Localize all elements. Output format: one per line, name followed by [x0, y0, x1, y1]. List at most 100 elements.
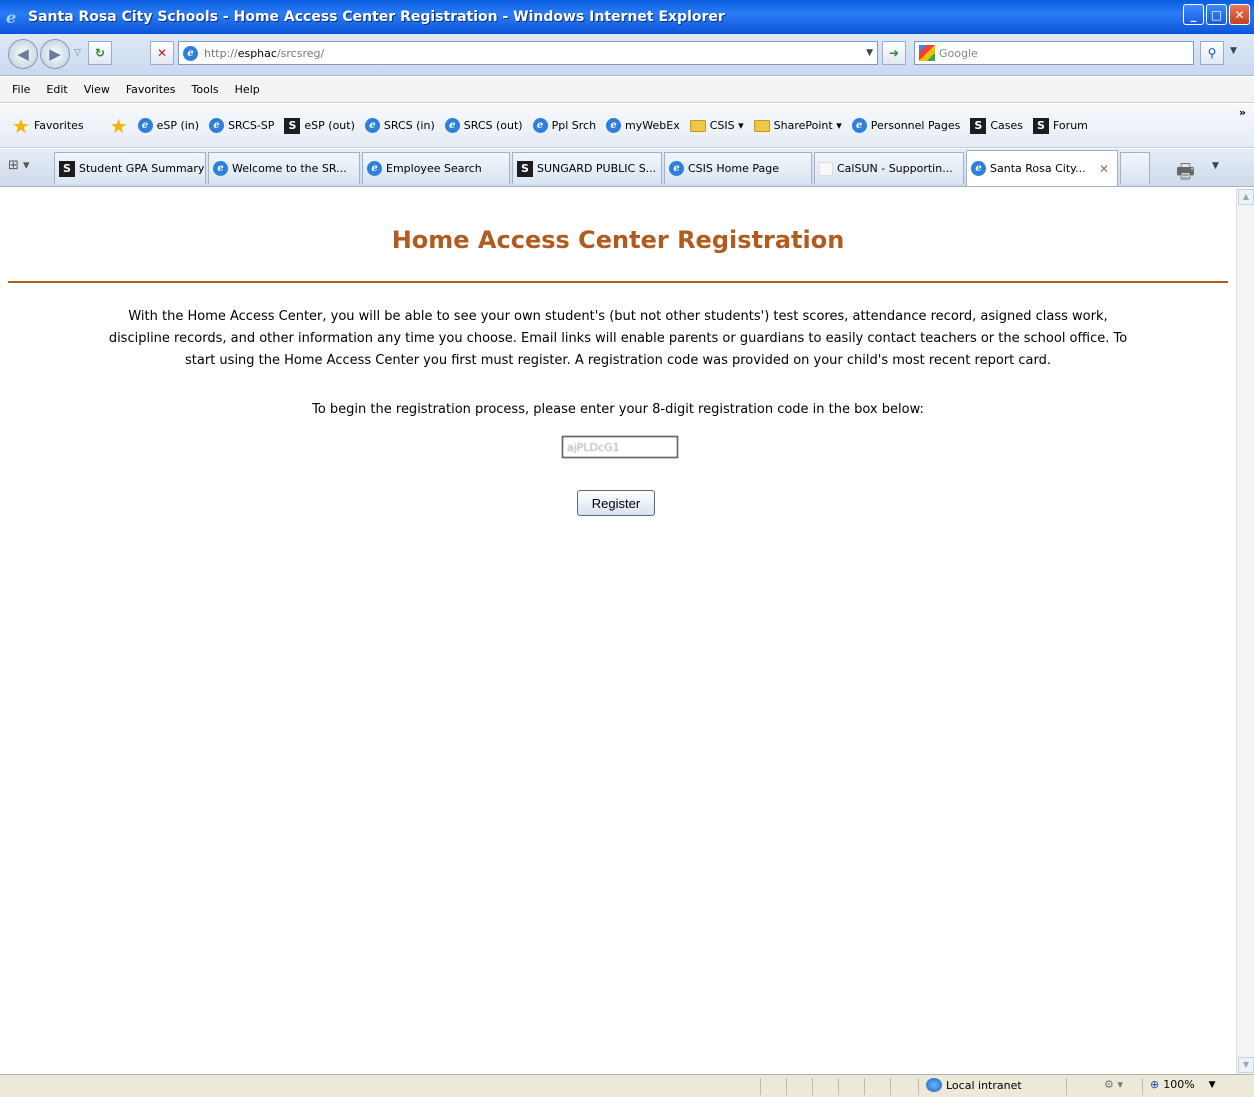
favorites-bar: ★ Favorites ★ e eSP (in) e SRCS-SP SeSP (o… — [0, 104, 1254, 148]
tab-label: CSIS Home Page — [688, 162, 779, 175]
close-button[interactable]: ✕ — [1229, 4, 1250, 25]
fav-label: SRCS (in) — [383, 119, 435, 132]
fav-label: Ppl Srch — [551, 119, 597, 132]
ie-icon: e — [137, 118, 153, 133]
intro-text: With the Home Access Center, you will be… — [108, 309, 1128, 368]
page-content: Home Access Center Registration With the… — [0, 188, 1236, 1074]
add-favorite-star-icon: ★ — [109, 113, 128, 138]
s-icon: S — [970, 117, 987, 134]
zoom-control[interactable]: ⊕ 100% ▼ — [1150, 1078, 1216, 1091]
menu-help[interactable]: Help — [235, 83, 260, 96]
tab-santa-rosa-active[interactable]: e Santa Rosa City... ✕ — [966, 150, 1118, 186]
fav-link-esp-out[interactable]: SeSP (out) — [284, 117, 355, 134]
fav-link-ppl-srch[interactable]: e Ppl Srch — [532, 118, 597, 133]
menu-bar: File Edit View Favorites Tools Help — [0, 77, 1254, 103]
status-divider — [918, 1078, 919, 1095]
fav-link-srcs-sp[interactable]: e SRCS-SP — [209, 118, 274, 133]
ie-icon: e — [209, 118, 225, 133]
tab-label: Santa Rosa City... — [990, 162, 1086, 175]
tab-label: Welcome to the SR... — [232, 162, 347, 175]
minimize-button[interactable]: _ — [1183, 4, 1204, 25]
tab-calsun[interactable]: CalSUN - Supportin... — [814, 152, 964, 184]
registration-code-input[interactable] — [562, 436, 678, 458]
back-button[interactable]: ◀ — [8, 39, 38, 69]
folder-icon — [689, 119, 706, 132]
tab-label: SUNGARD PUBLIC S... — [537, 162, 657, 175]
favorites-button[interactable]: ★ Favorites — [12, 116, 84, 136]
status-divider — [1066, 1078, 1067, 1095]
fav-link-srcs-out[interactable]: e SRCS (out) — [444, 118, 523, 133]
tab-close-icon[interactable]: ✕ — [1099, 162, 1109, 176]
tab-csis-home[interactable]: e CSIS Home Page — [664, 152, 812, 184]
address-dropdown-icon[interactable]: ▼ — [866, 48, 873, 58]
status-divider — [760, 1078, 761, 1095]
fav-label: myWebEx — [625, 119, 680, 132]
fav-label: eSP (out) — [304, 119, 355, 132]
status-divider — [812, 1078, 813, 1095]
fav-link-esp-in[interactable]: e eSP (in) — [137, 118, 199, 133]
print-icon[interactable]: 🖶 — [1176, 157, 1195, 191]
ie-icon: e — [444, 118, 460, 133]
tab-label: Employee Search — [386, 162, 482, 175]
heading-divider — [8, 281, 1228, 283]
status-divider — [786, 1078, 787, 1095]
menu-favorites[interactable]: Favorites — [126, 83, 176, 96]
register-button[interactable]: Register — [577, 490, 655, 516]
address-input[interactable]: e http://esphac/srcsreg/ ▼ — [178, 41, 878, 65]
fav-label: Forum — [1053, 119, 1088, 132]
tab-sungard[interactable]: S SUNGARD PUBLIC S... — [512, 152, 662, 184]
page-title: Home Access Center Registration — [391, 226, 845, 254]
tab-welcome[interactable]: e Welcome to the SR... — [208, 152, 360, 184]
forward-button[interactable]: ▶ — [40, 39, 70, 69]
menu-tools[interactable]: Tools — [192, 83, 219, 96]
vertical-scrollbar[interactable]: ▲ ▼ — [1236, 188, 1254, 1074]
fav-label: SRCS-SP — [228, 119, 275, 132]
security-zone[interactable]: Local intranet — [926, 1078, 1022, 1092]
ie-icon: e — [606, 118, 622, 133]
scroll-up-icon[interactable]: ▲ — [1238, 189, 1254, 205]
menu-edit[interactable]: Edit — [46, 83, 67, 96]
globe-icon — [926, 1078, 942, 1092]
zone-label: Local intranet — [946, 1078, 1022, 1092]
protected-mode-icon[interactable]: ⚙ ▾ — [1104, 1078, 1123, 1091]
print-dropdown-icon[interactable]: ▼ — [1212, 161, 1219, 171]
search-placeholder: Google — [939, 46, 978, 60]
tab-employee-search[interactable]: e Employee Search — [362, 152, 510, 184]
fav-folder-csis[interactable]: CSIS ▾ — [689, 119, 744, 132]
go-icon[interactable]: ➜ — [882, 41, 906, 65]
search-input[interactable]: Google — [914, 41, 1194, 65]
maximize-button[interactable]: □ — [1206, 4, 1227, 25]
fav-link-personnel-pages[interactable]: e Personnel Pages — [851, 118, 961, 133]
s-icon: S — [1033, 117, 1049, 134]
add-to-favorites-button[interactable]: ★ — [110, 116, 128, 136]
page-ie-icon: e — [183, 45, 198, 61]
fav-link-cases[interactable]: S Cases — [970, 117, 1023, 134]
google-logo-icon — [919, 45, 935, 61]
fav-link-mywebex[interactable]: e myWebEx — [606, 118, 680, 133]
status-bar: Local intranet ⚙ ▾ ⊕ 100% ▼ — [0, 1074, 1254, 1097]
fav-folder-sharepoint[interactable]: SharePoint ▾ — [753, 119, 842, 132]
new-tab-button[interactable] — [1120, 152, 1150, 184]
scroll-down-icon[interactable]: ▼ — [1238, 1057, 1254, 1073]
search-options-icon[interactable]: ▼ — [1230, 46, 1237, 56]
s-icon: S — [59, 160, 75, 177]
recent-pages-dropdown-icon[interactable]: ▽ — [74, 48, 81, 58]
fav-label: SRCS (out) — [463, 119, 523, 132]
menu-file[interactable]: File — [12, 83, 30, 96]
ie-icon: e — [213, 161, 228, 176]
quick-tabs-icon[interactable]: ⊞ ▾ — [8, 158, 38, 176]
fav-link-srcs-in[interactable]: e SRCS (in) — [364, 118, 435, 133]
fav-link-forum[interactable]: S Forum — [1033, 117, 1088, 134]
fav-label: Personnel Pages — [870, 119, 961, 132]
tab-bar: ⊞ ▾ S Student GPA Summary e Welcome to the… — [0, 149, 1254, 187]
refresh-icon[interactable]: ↻ — [88, 41, 112, 65]
stop-icon[interactable]: ✕ — [150, 41, 174, 65]
menu-view[interactable]: View — [84, 83, 110, 96]
status-divider — [890, 1078, 891, 1095]
fav-label: CSIS ▾ — [709, 119, 744, 132]
search-icon[interactable]: ⚲ — [1200, 41, 1224, 65]
status-divider — [838, 1078, 839, 1095]
favorites-label: Favorites — [33, 119, 84, 132]
favorites-overflow-chevron-icon[interactable]: » — [1239, 106, 1246, 119]
tab-student-gpa-summary[interactable]: S Student GPA Summary — [54, 152, 206, 184]
